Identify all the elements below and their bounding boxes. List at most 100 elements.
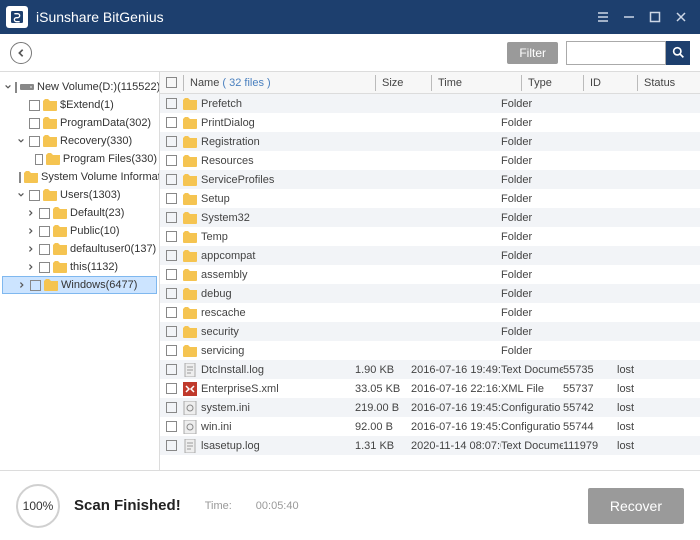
row-checkbox[interactable] (166, 345, 177, 356)
expand-icon[interactable] (26, 262, 36, 272)
file-row[interactable]: assemblyFolder (160, 265, 700, 284)
expand-icon[interactable] (4, 82, 12, 92)
file-row[interactable]: System32Folder (160, 208, 700, 227)
back-button[interactable] (10, 42, 32, 64)
file-row[interactable]: lsasetup.log1.31 KB2020-11-14 08:07:02Te… (160, 436, 700, 455)
file-row[interactable]: appcompatFolder (160, 246, 700, 265)
file-row[interactable]: PrefetchFolder (160, 94, 700, 113)
select-all-checkbox[interactable] (166, 77, 177, 88)
row-checkbox[interactable] (166, 231, 177, 242)
file-row[interactable]: TempFolder (160, 227, 700, 246)
recover-button[interactable]: Recover (588, 488, 684, 524)
tree-item[interactable]: Recovery(330) (2, 132, 157, 150)
file-row[interactable]: servicingFolder (160, 341, 700, 360)
tree-item[interactable]: Public(10) (2, 222, 157, 240)
search-button[interactable] (666, 41, 690, 65)
cell-name: Resources (183, 154, 355, 168)
file-row[interactable]: RegistrationFolder (160, 132, 700, 151)
cell-type: Configuratio (501, 402, 563, 414)
row-checkbox[interactable] (166, 269, 177, 280)
tree-checkbox[interactable] (35, 154, 43, 165)
tree-item[interactable]: ProgramData(302) (2, 114, 157, 132)
expand-icon[interactable] (16, 118, 26, 128)
search-input[interactable] (566, 41, 666, 65)
maximize-button[interactable] (642, 4, 668, 30)
row-checkbox[interactable] (166, 421, 177, 432)
tree-item[interactable]: defaultuser0(137) (2, 240, 157, 258)
tree-checkbox[interactable] (29, 118, 40, 129)
filter-button[interactable]: Filter (507, 42, 558, 64)
folder-icon (43, 189, 57, 201)
tree-item[interactable]: New Volume(D:)(115522) (2, 78, 157, 96)
file-row[interactable]: win.ini92.00 B2016-07-16 19:45:35Configu… (160, 417, 700, 436)
file-row[interactable]: SetupFolder (160, 189, 700, 208)
expand-icon[interactable] (16, 190, 26, 200)
close-button[interactable] (668, 4, 694, 30)
folder-tree[interactable]: New Volume(D:)(115522)$Extend(1)ProgramD… (0, 72, 160, 470)
expand-icon[interactable] (17, 280, 27, 290)
row-checkbox[interactable] (166, 383, 177, 394)
col-size[interactable]: Size (375, 75, 431, 91)
tree-checkbox[interactable] (39, 262, 50, 273)
tree-item[interactable]: Program Files(330) (2, 150, 157, 168)
row-checkbox[interactable] (166, 288, 177, 299)
expand-icon[interactable] (26, 244, 36, 254)
expand-icon[interactable] (26, 154, 32, 164)
expand-icon[interactable] (16, 100, 26, 110)
row-checkbox[interactable] (166, 402, 177, 413)
file-row[interactable]: system.ini219.00 B2016-07-16 19:45:35Con… (160, 398, 700, 417)
file-list[interactable]: PrefetchFolderPrintDialogFolderRegistrat… (160, 94, 700, 470)
col-name[interactable]: Name ( 32 files ) (183, 75, 375, 91)
file-row[interactable]: PrintDialogFolder (160, 113, 700, 132)
row-checkbox[interactable] (166, 212, 177, 223)
row-checkbox[interactable] (166, 98, 177, 109)
file-row[interactable]: ServiceProfilesFolder (160, 170, 700, 189)
expand-icon[interactable] (26, 208, 36, 218)
file-row[interactable]: Resources Folder (160, 151, 700, 170)
minimize-button[interactable] (616, 4, 642, 30)
tree-checkbox[interactable] (15, 82, 17, 93)
row-checkbox[interactable] (166, 136, 177, 147)
tree-item[interactable]: this(1132) (2, 258, 157, 276)
cell-type: Folder (501, 155, 563, 167)
row-checkbox[interactable] (166, 250, 177, 261)
cell-name: appcompat (183, 249, 355, 263)
row-checkbox[interactable] (166, 440, 177, 451)
tree-item[interactable]: Windows(6477) (2, 276, 157, 294)
row-checkbox[interactable] (166, 326, 177, 337)
ini-icon (183, 420, 197, 434)
tree-item[interactable]: System Volume Information(8) (2, 168, 157, 186)
row-checkbox[interactable] (166, 193, 177, 204)
file-row[interactable]: DtcInstall.log1.90 KB2016-07-16 19:49:13… (160, 360, 700, 379)
tree-checkbox[interactable] (29, 100, 40, 111)
tree-checkbox[interactable] (29, 136, 40, 147)
tree-item[interactable]: $Extend(1) (2, 96, 157, 114)
file-row[interactable]: rescacheFolder (160, 303, 700, 322)
row-checkbox[interactable] (166, 174, 177, 185)
folder-icon (183, 268, 197, 282)
file-row[interactable]: debugFolder (160, 284, 700, 303)
file-row[interactable]: EnterpriseS.xml33.05 KB2016-07-16 22:16:… (160, 379, 700, 398)
cell-time: 2016-07-16 19:45:35 (411, 402, 501, 414)
expand-icon[interactable] (26, 226, 36, 236)
row-checkbox[interactable] (166, 117, 177, 128)
row-checkbox[interactable] (166, 364, 177, 375)
tree-checkbox[interactable] (39, 244, 50, 255)
col-id[interactable]: ID (583, 75, 637, 91)
tree-checkbox[interactable] (39, 208, 50, 219)
tree-checkbox[interactable] (19, 172, 21, 183)
tree-item[interactable]: Users(1303) (2, 186, 157, 204)
tree-checkbox[interactable] (29, 190, 40, 201)
row-checkbox[interactable] (166, 307, 177, 318)
menu-button[interactable] (590, 4, 616, 30)
col-status[interactable]: Status (637, 75, 685, 91)
tree-item[interactable]: Default(23) (2, 204, 157, 222)
col-time[interactable]: Time (431, 75, 521, 91)
cell-size: 1.90 KB (355, 364, 411, 376)
col-type[interactable]: Type (521, 75, 583, 91)
file-row[interactable]: securityFolder (160, 322, 700, 341)
tree-checkbox[interactable] (30, 280, 41, 291)
row-checkbox[interactable] (166, 155, 177, 166)
tree-checkbox[interactable] (39, 226, 50, 237)
expand-icon[interactable] (16, 136, 26, 146)
